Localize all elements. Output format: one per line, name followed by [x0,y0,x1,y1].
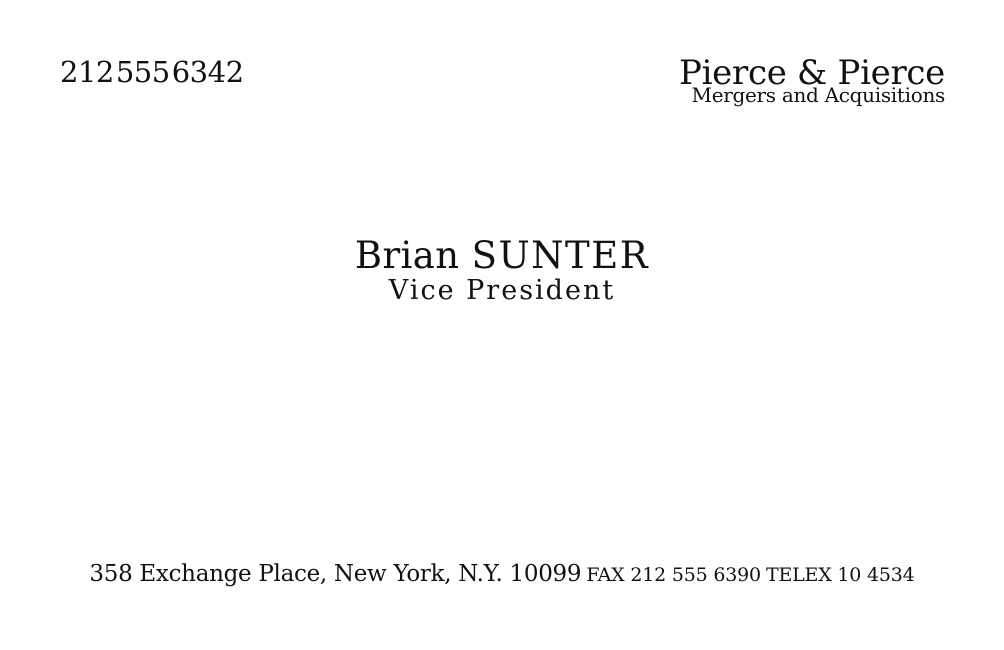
person-title: Vice President [388,275,616,306]
company-tagline: Mergers and Acquisitions [691,83,946,107]
person-first-name: Brian [354,234,460,277]
telex-number: TELEX 10 4534 [766,564,915,586]
phone-number: 2125556342 [60,58,246,87]
phone-area-code: 212 [60,55,114,89]
contact-footer: 358 Exchange Place, New York, N.Y. 10099… [0,558,1004,592]
person-name: Brian SUNTER [0,234,1004,278]
phone-line: 6342 [171,55,244,89]
person-block: Brian SUNTER Vice President [0,234,1004,308]
business-card: 2125556342 Pierce & Pierce Mergers and A… [0,0,1004,650]
fax-number: FAX 212 555 6390 [586,564,761,586]
person-last-name: SUNTER [471,234,650,277]
phone-exchange: 555 [115,55,170,89]
office-address: 358 Exchange Place, New York, N.Y. 10099 [89,561,582,587]
company-block: Pierce & Pierce Mergers and Acquisitions [679,55,945,105]
